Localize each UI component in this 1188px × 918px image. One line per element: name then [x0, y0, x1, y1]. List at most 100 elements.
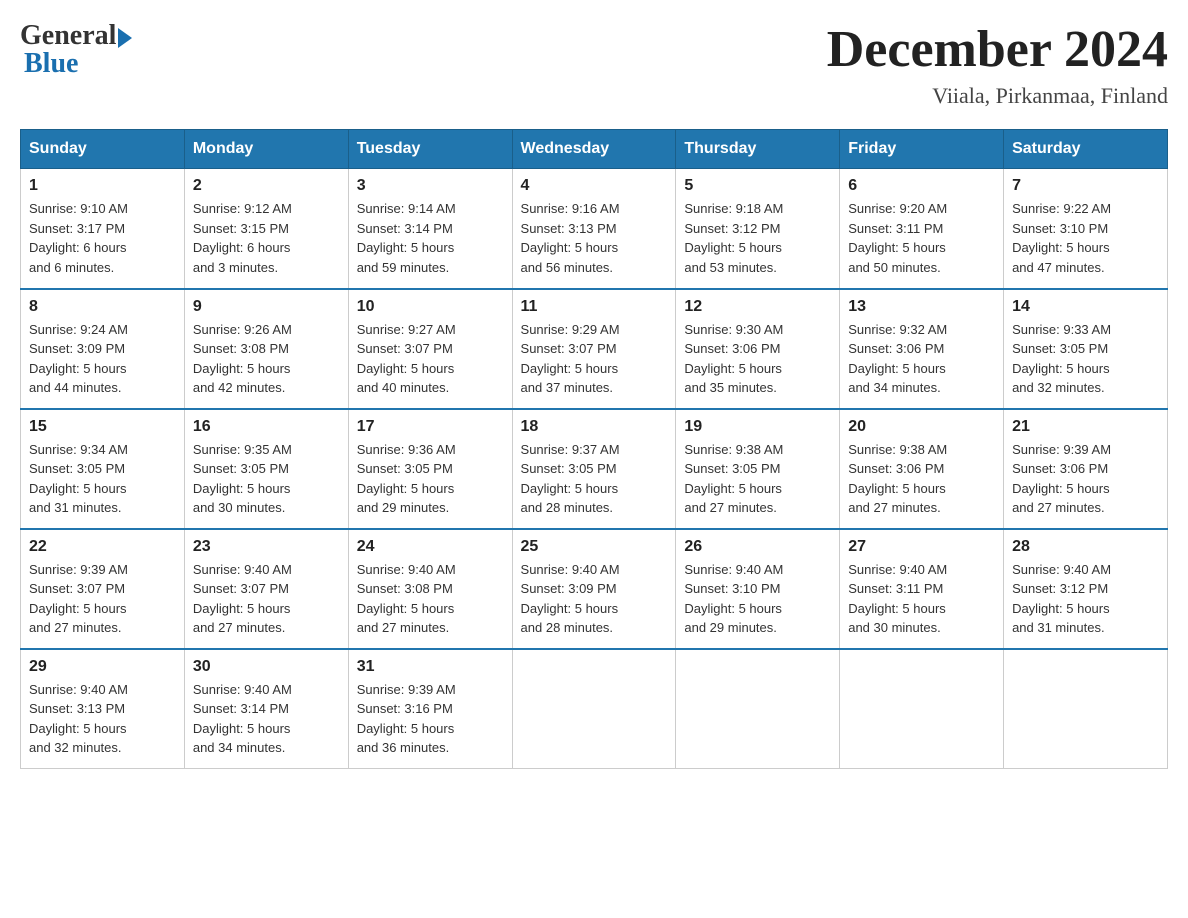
- table-row: [840, 649, 1004, 769]
- day-number: 24: [357, 538, 504, 556]
- calendar-week-row: 29 Sunrise: 9:40 AMSunset: 3:13 PMDayligh…: [21, 649, 1168, 769]
- day-number: 28: [1012, 538, 1159, 556]
- table-row: [512, 649, 676, 769]
- day-number: 16: [193, 418, 340, 436]
- table-row: 23 Sunrise: 9:40 AMSunset: 3:07 PMDayligh…: [184, 529, 348, 649]
- day-info: Sunrise: 9:35 AMSunset: 3:05 PMDaylight:…: [193, 440, 340, 518]
- table-row: 28Sunrise: 9:40 AMSunset: 3:12 PMDayligh…: [1004, 529, 1168, 649]
- table-row: 15 Sunrise: 9:34 AMSunset: 3:05 PMDayligh…: [21, 409, 185, 529]
- table-row: 22 Sunrise: 9:39 AMSunset: 3:07 PMDayligh…: [21, 529, 185, 649]
- day-number: 14: [1012, 298, 1159, 316]
- day-number: 20: [848, 418, 995, 436]
- calendar-week-row: 1Sunrise: 9:10 AMSunset: 3:17 PMDaylight…: [21, 169, 1168, 289]
- day-info: Sunrise: 9:14 AMSunset: 3:14 PMDaylight:…: [357, 199, 504, 277]
- day-info: Sunrise: 9:34 AMSunset: 3:05 PMDaylight:…: [29, 440, 176, 518]
- day-info: Sunrise: 9:29 AMSunset: 3:07 PMDaylight:…: [521, 320, 668, 398]
- header-sunday: Sunday: [21, 130, 185, 169]
- header-friday: Friday: [840, 130, 1004, 169]
- table-row: 16 Sunrise: 9:35 AMSunset: 3:05 PMDayligh…: [184, 409, 348, 529]
- day-info: Sunrise: 9:22 AMSunset: 3:10 PMDaylight:…: [1012, 199, 1159, 277]
- calendar-week-row: 8 Sunrise: 9:24 AMSunset: 3:09 PMDaylight…: [21, 289, 1168, 409]
- day-info: Sunrise: 9:40 AMSunset: 3:13 PMDaylight:…: [29, 680, 176, 758]
- day-number: 29: [29, 658, 176, 676]
- day-number: 18: [521, 418, 668, 436]
- day-number: 17: [357, 418, 504, 436]
- day-info: Sunrise: 9:27 AMSunset: 3:07 PMDaylight:…: [357, 320, 504, 398]
- header-saturday: Saturday: [1004, 130, 1168, 169]
- location: Viiala, Pirkanmaa, Finland: [827, 83, 1168, 109]
- day-number: 21: [1012, 418, 1159, 436]
- day-number: 9: [193, 298, 340, 316]
- day-number: 23: [193, 538, 340, 556]
- day-info: Sunrise: 9:26 AMSunset: 3:08 PMDaylight:…: [193, 320, 340, 398]
- table-row: 2 Sunrise: 9:12 AMSunset: 3:15 PMDaylight…: [184, 169, 348, 289]
- day-number: 10: [357, 298, 504, 316]
- day-number: 30: [193, 658, 340, 676]
- table-row: 24Sunrise: 9:40 AMSunset: 3:08 PMDayligh…: [348, 529, 512, 649]
- day-number: 27: [848, 538, 995, 556]
- table-row: 8 Sunrise: 9:24 AMSunset: 3:09 PMDaylight…: [21, 289, 185, 409]
- table-row: 21Sunrise: 9:39 AMSunset: 3:06 PMDayligh…: [1004, 409, 1168, 529]
- table-row: 17Sunrise: 9:36 AMSunset: 3:05 PMDayligh…: [348, 409, 512, 529]
- day-number: 2: [193, 177, 340, 195]
- table-row: 5 Sunrise: 9:18 AMSunset: 3:12 PMDaylight…: [676, 169, 840, 289]
- day-info: Sunrise: 9:40 AMSunset: 3:07 PMDaylight:…: [193, 560, 340, 638]
- table-row: 11 Sunrise: 9:29 AMSunset: 3:07 PMDayligh…: [512, 289, 676, 409]
- day-info: Sunrise: 9:16 AMSunset: 3:13 PMDaylight:…: [521, 199, 668, 277]
- table-row: 6 Sunrise: 9:20 AMSunset: 3:11 PMDaylight…: [840, 169, 1004, 289]
- day-number: 6: [848, 177, 995, 195]
- day-info: Sunrise: 9:30 AMSunset: 3:06 PMDaylight:…: [684, 320, 831, 398]
- day-info: Sunrise: 9:40 AMSunset: 3:09 PMDaylight:…: [521, 560, 668, 638]
- day-number: 11: [521, 298, 668, 316]
- table-row: 13Sunrise: 9:32 AMSunset: 3:06 PMDayligh…: [840, 289, 1004, 409]
- day-info: Sunrise: 9:40 AMSunset: 3:11 PMDaylight:…: [848, 560, 995, 638]
- header-monday: Monday: [184, 130, 348, 169]
- table-row: 1Sunrise: 9:10 AMSunset: 3:17 PMDaylight…: [21, 169, 185, 289]
- table-row: 31Sunrise: 9:39 AMSunset: 3:16 PMDayligh…: [348, 649, 512, 769]
- table-row: 26 Sunrise: 9:40 AMSunset: 3:10 PMDayligh…: [676, 529, 840, 649]
- day-info: Sunrise: 9:39 AMSunset: 3:07 PMDaylight:…: [29, 560, 176, 638]
- table-row: [676, 649, 840, 769]
- table-row: 9 Sunrise: 9:26 AMSunset: 3:08 PMDaylight…: [184, 289, 348, 409]
- table-row: 20 Sunrise: 9:38 AMSunset: 3:06 PMDayligh…: [840, 409, 1004, 529]
- table-row: 19 Sunrise: 9:38 AMSunset: 3:05 PMDayligh…: [676, 409, 840, 529]
- table-row: 27 Sunrise: 9:40 AMSunset: 3:11 PMDayligh…: [840, 529, 1004, 649]
- day-number: 12: [684, 298, 831, 316]
- header-tuesday: Tuesday: [348, 130, 512, 169]
- title-section: December 2024 Viiala, Pirkanmaa, Finland: [827, 20, 1168, 109]
- logo: General Blue: [20, 20, 132, 80]
- calendar-header-row: Sunday Monday Tuesday Wednesday Thursday…: [21, 130, 1168, 169]
- day-number: 22: [29, 538, 176, 556]
- day-info: Sunrise: 9:20 AMSunset: 3:11 PMDaylight:…: [848, 199, 995, 277]
- day-number: 26: [684, 538, 831, 556]
- day-number: 4: [521, 177, 668, 195]
- day-info: Sunrise: 9:18 AMSunset: 3:12 PMDaylight:…: [684, 199, 831, 277]
- day-info: Sunrise: 9:24 AMSunset: 3:09 PMDaylight:…: [29, 320, 176, 398]
- calendar-week-row: 22 Sunrise: 9:39 AMSunset: 3:07 PMDayligh…: [21, 529, 1168, 649]
- day-number: 19: [684, 418, 831, 436]
- day-info: Sunrise: 9:12 AMSunset: 3:15 PMDaylight:…: [193, 199, 340, 277]
- day-info: Sunrise: 9:10 AMSunset: 3:17 PMDaylight:…: [29, 199, 176, 277]
- logo-blue-text: Blue: [20, 48, 78, 80]
- day-number: 13: [848, 298, 995, 316]
- table-row: 30Sunrise: 9:40 AMSunset: 3:14 PMDayligh…: [184, 649, 348, 769]
- table-row: 14Sunrise: 9:33 AMSunset: 3:05 PMDayligh…: [1004, 289, 1168, 409]
- page-header: General Blue December 2024 Viiala, Pirka…: [20, 20, 1168, 109]
- table-row: 10 Sunrise: 9:27 AMSunset: 3:07 PMDayligh…: [348, 289, 512, 409]
- table-row: 3Sunrise: 9:14 AMSunset: 3:14 PMDaylight…: [348, 169, 512, 289]
- day-info: Sunrise: 9:40 AMSunset: 3:10 PMDaylight:…: [684, 560, 831, 638]
- table-row: [1004, 649, 1168, 769]
- day-number: 8: [29, 298, 176, 316]
- day-number: 15: [29, 418, 176, 436]
- table-row: 29 Sunrise: 9:40 AMSunset: 3:13 PMDayligh…: [21, 649, 185, 769]
- table-row: 18Sunrise: 9:37 AMSunset: 3:05 PMDayligh…: [512, 409, 676, 529]
- table-row: 12 Sunrise: 9:30 AMSunset: 3:06 PMDayligh…: [676, 289, 840, 409]
- day-number: 5: [684, 177, 831, 195]
- day-info: Sunrise: 9:39 AMSunset: 3:16 PMDaylight:…: [357, 680, 504, 758]
- calendar-week-row: 15 Sunrise: 9:34 AMSunset: 3:05 PMDayligh…: [21, 409, 1168, 529]
- day-info: Sunrise: 9:38 AMSunset: 3:06 PMDaylight:…: [848, 440, 995, 518]
- day-info: Sunrise: 9:38 AMSunset: 3:05 PMDaylight:…: [684, 440, 831, 518]
- table-row: 4 Sunrise: 9:16 AMSunset: 3:13 PMDaylight…: [512, 169, 676, 289]
- table-row: 25Sunrise: 9:40 AMSunset: 3:09 PMDayligh…: [512, 529, 676, 649]
- header-thursday: Thursday: [676, 130, 840, 169]
